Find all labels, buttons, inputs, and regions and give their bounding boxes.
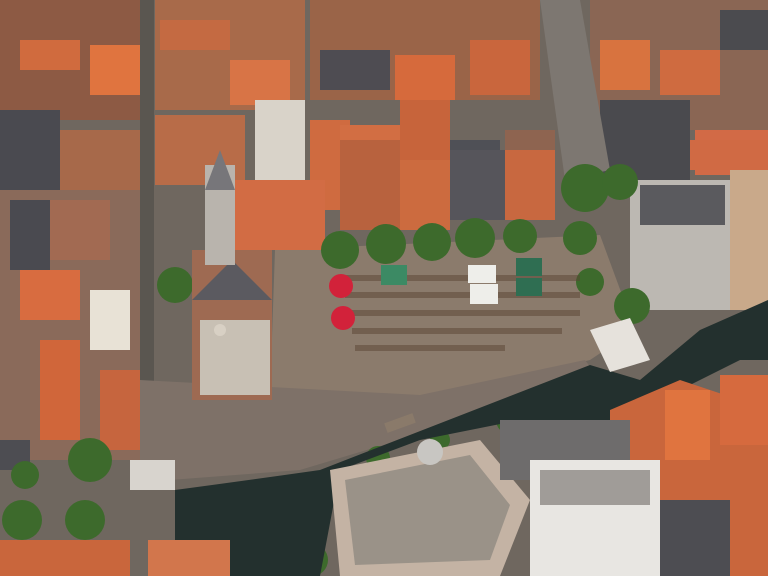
aerial-town-photo bbox=[0, 0, 768, 576]
roofs-west bbox=[0, 190, 140, 470]
roofs-southwest bbox=[0, 540, 230, 576]
